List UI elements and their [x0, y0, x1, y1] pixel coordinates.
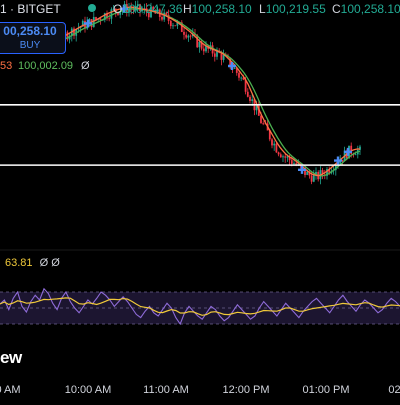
candle: [262, 123, 265, 125]
candle: [222, 54, 225, 60]
candle: [202, 48, 205, 52]
candle: [273, 143, 276, 146]
time-tick: 0 AM: [0, 384, 21, 396]
candle: [293, 163, 295, 165]
candle: [249, 96, 251, 101]
candle: [187, 35, 190, 38]
candle: [246, 91, 249, 97]
tradingview-logo: ew: [0, 348, 22, 367]
candle: [284, 156, 287, 158]
time-axis[interactable]: 0 AM 10:00 AM 11:00 AM 12:00 PM 01:00 PM…: [0, 380, 400, 400]
rsi-legend[interactable]: 63.81 Ø Ø: [5, 257, 60, 269]
candle: [198, 41, 201, 48]
candle: [275, 143, 278, 153]
candle: [354, 154, 357, 156]
time-tick: 12:00 PM: [222, 384, 270, 396]
candle: [174, 25, 177, 27]
ohlc-open: O100,247.36: [113, 2, 183, 16]
buy-button[interactable]: 00,258.10 BUY: [0, 22, 66, 54]
candle: [277, 152, 280, 155]
rsi-null-values: Ø Ø: [39, 257, 60, 269]
candle: [169, 20, 172, 27]
candle: [213, 53, 216, 57]
buy-label: BUY: [19, 40, 41, 51]
time-tick: 02:: [388, 384, 400, 396]
symbol-title[interactable]: 1 · BITGET: [0, 1, 61, 17]
candle: [233, 68, 236, 69]
candle: [185, 34, 188, 38]
candle: [183, 31, 185, 35]
candle: [260, 115, 262, 124]
ohlc-close: C100,258.10: [332, 2, 400, 16]
candle: [310, 175, 313, 182]
candle: [271, 139, 273, 146]
ma-legend-null-icon: Ø: [81, 60, 90, 72]
rsi-value: 63.81: [5, 257, 33, 269]
candle: [290, 160, 293, 164]
candle: [279, 154, 282, 158]
ma-legend-value-b: 100,002.09: [18, 60, 74, 72]
ohlc-high: H100,258.10: [183, 2, 252, 16]
candle: [240, 77, 243, 79]
buy-price: 00,258.10: [3, 24, 57, 38]
market-open-dot-icon: [88, 4, 96, 12]
time-tick: 11:00 AM: [143, 384, 189, 396]
symbol-header: 1 · BITGET O100,247.36 H100,258.10 L100,…: [0, 0, 400, 18]
candle: [108, 18, 111, 20]
time-tick: 10:00 AM: [64, 384, 112, 396]
candle: [306, 171, 309, 175]
candle: [189, 35, 192, 37]
candle: [238, 72, 240, 78]
time-tick: 01:00 PM: [302, 384, 350, 396]
ohlc-low: L100,219.55: [259, 2, 326, 16]
candle: [172, 25, 174, 27]
candle: [282, 156, 284, 158]
candle: [251, 99, 254, 101]
ma-legend-value-a: 53: [0, 60, 13, 72]
